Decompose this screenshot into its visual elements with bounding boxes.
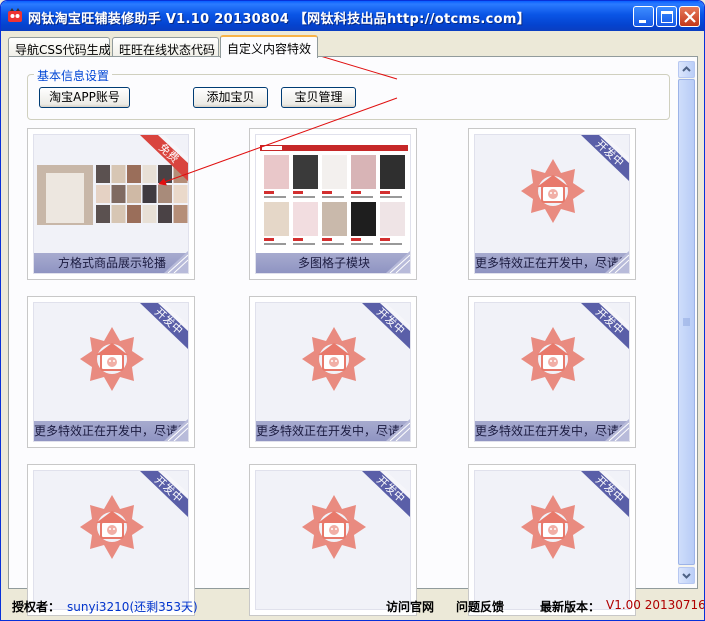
effect-card-preview: 开发中更多特效正在开发中，尽请期待~ bbox=[474, 134, 630, 274]
effect-card-preview: 开发中更多特效正在开发中，尽请期待~ bbox=[474, 302, 630, 442]
basic-settings-legend: 基本信息设置 bbox=[34, 67, 113, 84]
basic-settings-group: 基本信息设置 淘宝APP账号 添加宝贝 宝贝管理 bbox=[27, 67, 670, 120]
taobao-app-account-button[interactable]: 淘宝APP账号 bbox=[39, 87, 130, 108]
effect-card[interactable]: 开发中更多特效正在开发中，尽请期待~ bbox=[249, 296, 417, 448]
effect-card[interactable]: 开发中更多特效正在开发中，尽请期待~ bbox=[468, 296, 636, 448]
maximize-icon bbox=[661, 11, 673, 23]
grip-icon bbox=[683, 318, 690, 326]
vertical-scrollbar[interactable] bbox=[678, 61, 695, 584]
feedback-link[interactable]: 问题反馈 bbox=[456, 598, 504, 615]
chevron-up-icon bbox=[682, 66, 691, 72]
effect-card-preview: 开发中更多特效正在开发中，尽请期待~ bbox=[255, 302, 411, 442]
add-item-button[interactable]: 添加宝贝 bbox=[193, 87, 268, 108]
license-value: sunyi3210(还剩353天) bbox=[67, 600, 198, 614]
scroll-up-button[interactable] bbox=[678, 61, 695, 78]
view-corner-icon bbox=[386, 251, 410, 273]
view-corner-icon bbox=[164, 251, 188, 273]
main-window: 网钛淘宝旺铺装修助手 V1.10 20130804 【网钛科技出品http://… bbox=[0, 0, 705, 621]
tab-custom-effects[interactable]: 自定义内容特效 bbox=[220, 35, 318, 58]
effect-card[interactable]: 开发中更多特效正在开发中，尽请期待~ bbox=[27, 296, 195, 448]
tab-wangwang-status[interactable]: 旺旺在线状态代码 bbox=[112, 37, 219, 57]
title-bar[interactable]: 网钛淘宝旺铺装修助手 V1.10 20130804 【网钛科技出品http://… bbox=[1, 1, 704, 31]
effect-card-preview: 开发中 bbox=[33, 470, 189, 610]
effect-card-preview: 开发中 bbox=[474, 470, 630, 610]
close-button[interactable] bbox=[679, 6, 700, 27]
effect-card-preview: 开发中 bbox=[255, 470, 411, 610]
item-management-button[interactable]: 宝贝管理 bbox=[281, 87, 356, 108]
window-title: 网钛淘宝旺铺装修助手 V1.10 20130804 【网钛科技出品http://… bbox=[28, 12, 531, 27]
scroll-thumb[interactable] bbox=[678, 79, 695, 565]
effect-card[interactable]: 多图格子模块 bbox=[249, 128, 417, 280]
view-corner-icon bbox=[386, 419, 410, 441]
visit-site-link[interactable]: 访问官网 bbox=[386, 598, 434, 615]
view-corner-icon bbox=[164, 419, 188, 441]
effect-card[interactable]: 开发中更多特效正在开发中，尽请期待~ bbox=[468, 128, 636, 280]
multi-grid-thumbnail bbox=[256, 135, 410, 253]
effect-card-preview: 开发中更多特效正在开发中，尽请期待~ bbox=[33, 302, 189, 442]
app-icon bbox=[8, 8, 22, 22]
minimize-button[interactable] bbox=[633, 6, 654, 27]
view-corner-icon bbox=[605, 419, 629, 441]
chevron-down-icon bbox=[682, 573, 691, 579]
latest-version-label: 最新版本： bbox=[540, 600, 601, 614]
maximize-button[interactable] bbox=[656, 6, 677, 27]
close-icon bbox=[684, 11, 696, 23]
minimize-icon bbox=[639, 20, 646, 23]
view-corner-icon bbox=[605, 251, 629, 273]
status-bar: 授权者： sunyi3210(还剩353天) 访问官网 问题反馈 最新版本： V… bbox=[1, 591, 705, 620]
tab-panel-custom-effects: 基本信息设置 淘宝APP账号 添加宝贝 宝贝管理 免费 方格式商品展示轮播 多图格… bbox=[8, 56, 698, 616]
scroll-down-button[interactable] bbox=[678, 567, 695, 584]
license-label: 授权者： bbox=[12, 600, 61, 614]
effect-card-preview: 多图格子模块 bbox=[255, 134, 411, 274]
latest-version-value: V1.00 20130716 bbox=[606, 598, 705, 612]
effect-card[interactable]: 免费 方格式商品展示轮播 bbox=[27, 128, 195, 280]
effect-card-preview: 免费 方格式商品展示轮播 bbox=[33, 134, 189, 274]
tab-nav-css[interactable]: 导航CSS代码生成 bbox=[8, 37, 111, 57]
